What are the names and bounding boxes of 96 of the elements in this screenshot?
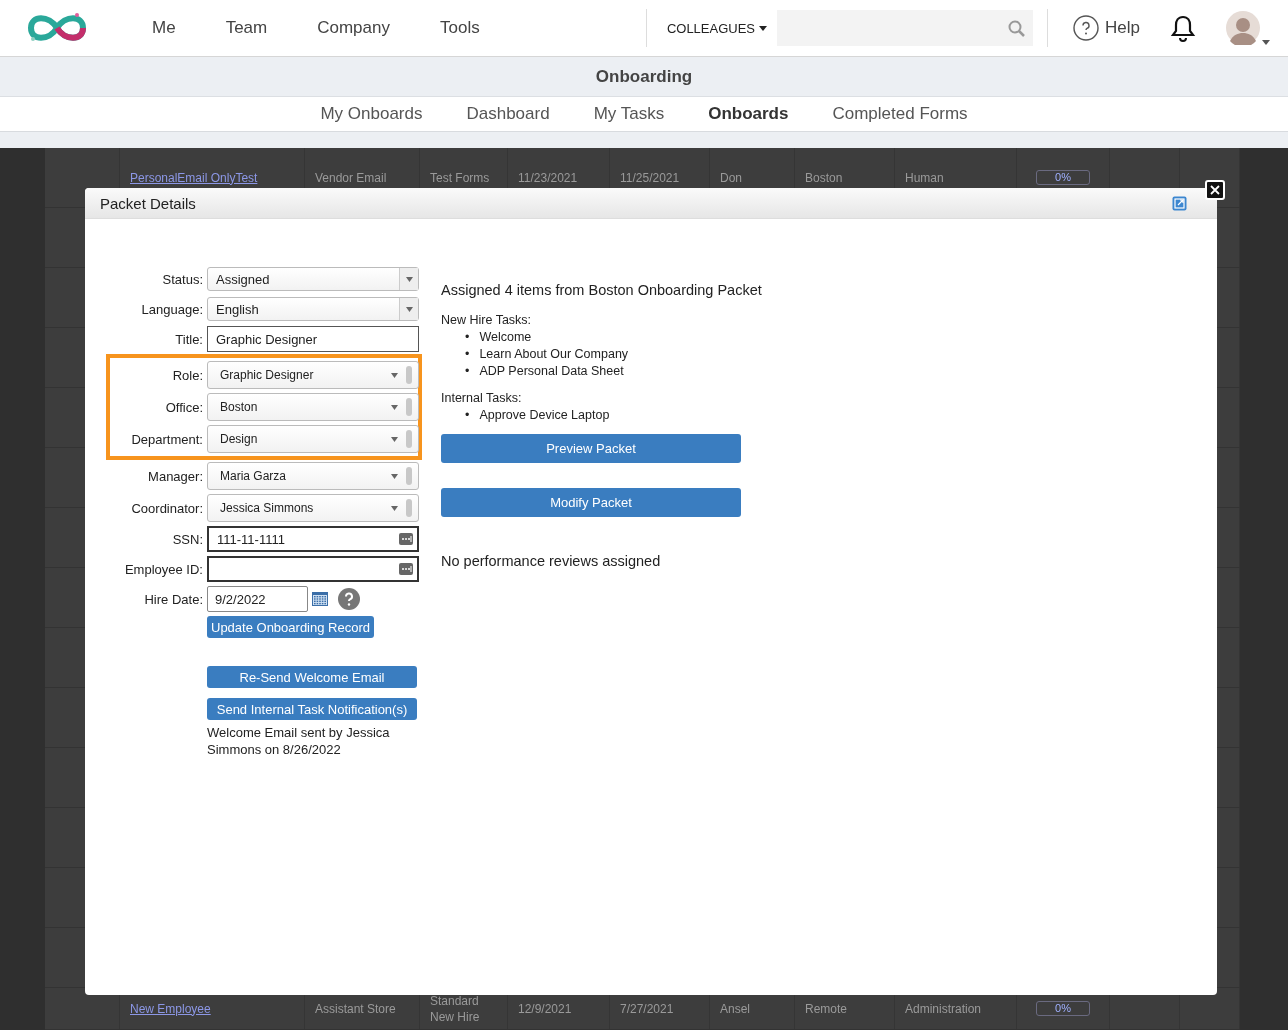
table-cell: Remote (805, 1000, 848, 1017)
combo-field[interactable]: Graphic Designer (207, 361, 419, 389)
task-item: Learn About Our Company (479, 346, 629, 363)
list-bullet: • (465, 329, 470, 346)
sub-tab[interactable]: Completed Forms (832, 104, 968, 124)
caret-icon[interactable] (1262, 40, 1270, 45)
combo-field[interactable]: Maria Garza (207, 462, 419, 490)
popout-icon[interactable] (1172, 195, 1187, 211)
sub-tab[interactable]: My Tasks (593, 104, 665, 124)
dropdown-arrow-icon[interactable] (405, 276, 413, 282)
scroll-thumb[interactable] (406, 499, 412, 517)
nav-link[interactable]: Team (200, 18, 293, 38)
scroll-thumb[interactable] (406, 366, 412, 384)
bell-icon[interactable] (1170, 14, 1196, 42)
calendar-icon[interactable] (312, 592, 328, 606)
close-icon[interactable] (1210, 185, 1220, 195)
modal-title: Packet Details (100, 194, 197, 212)
select-field[interactable]: Assigned (207, 267, 419, 291)
dropdown-arrow-icon[interactable] (391, 372, 398, 378)
table-cell: Boston (805, 169, 843, 186)
sub-tab[interactable]: Dashboard (466, 104, 550, 124)
update-button[interactable]: Update Onboarding Record (207, 616, 374, 638)
list-bullet: • (465, 346, 470, 363)
table-cell: Test Forms (430, 169, 490, 186)
table-cell: 11/23/2021 (518, 169, 578, 186)
select-field[interactable]: English (207, 297, 419, 321)
table-cell: Ansel (720, 1000, 751, 1017)
task-heading: New Hire Tasks: (441, 312, 533, 328)
key-icon[interactable] (399, 563, 413, 575)
table-cell: Vendor Email (315, 169, 387, 186)
summary-text: Assigned 4 items from Boston Onboarding Packet (441, 281, 762, 300)
combo-field[interactable]: Jessica Simmons (207, 494, 419, 522)
search-field[interactable] (777, 10, 1034, 46)
table-cell: Assistant Store (315, 1000, 396, 1017)
help-icon[interactable] (338, 588, 360, 610)
welcome-note: Welcome Email sent by Jessica Simmons on 8/26/2022 (207, 724, 391, 758)
scroll-thumb[interactable] (406, 467, 412, 485)
table-cell: Administration (905, 1000, 982, 1017)
nav-link[interactable]: Me (127, 18, 201, 38)
table-cell: 7/27/2021 (620, 1000, 674, 1017)
table-cell: Human (905, 169, 944, 186)
task-item: Welcome (479, 329, 532, 346)
caret-icon (759, 25, 768, 31)
section-title: Onboarding (0, 57, 1288, 97)
resend-button[interactable]: Re-Send Welcome Email (207, 666, 417, 688)
list-bullet: • (465, 407, 470, 424)
dropdown-arrow-icon[interactable] (391, 505, 398, 511)
field-label: Role: (171, 367, 203, 383)
field-label: Department: (130, 431, 203, 447)
table-cell: Don (720, 169, 742, 186)
task-item: Approve Device Laptop (479, 407, 610, 424)
close-button[interactable] (1205, 180, 1225, 200)
table-link[interactable]: New Employee (130, 1000, 211, 1017)
scroll-thumb[interactable] (406, 398, 412, 416)
progress-badge: 0% (1036, 170, 1090, 185)
dropdown-arrow-icon[interactable] (391, 404, 398, 410)
scope-dropdown[interactable]: COLLEAGUES (666, 20, 768, 36)
task-heading: Internal Tasks: (441, 390, 523, 406)
field-label: Manager: (147, 468, 203, 484)
task-item: ADP Personal Data Sheet (479, 363, 624, 380)
combo-field[interactable]: Boston (207, 393, 419, 421)
field-label: Title: (174, 331, 203, 347)
field-label: Employee ID: (123, 561, 203, 577)
date-field[interactable]: 9/2/2022 (207, 586, 308, 612)
nav-link[interactable]: Company (292, 18, 415, 38)
field-label: Office: (164, 399, 203, 415)
table-link[interactable]: PersonalEmail OnlyTest (130, 169, 258, 186)
help-link[interactable]: Help (1105, 18, 1140, 38)
search-icon[interactable] (1008, 19, 1026, 37)
dropdown-arrow-icon[interactable] (391, 473, 398, 479)
field-label: Status: (161, 271, 203, 287)
reviews-note: No performance reviews assigned (441, 553, 662, 569)
field-label: SSN: (171, 531, 203, 547)
sub-tab[interactable]: Onboards (708, 104, 789, 124)
combo-field[interactable]: Design (207, 425, 419, 453)
text-field[interactable]: Graphic Designer (207, 326, 419, 352)
table-cell-text: Standard New Hire (430, 992, 481, 1025)
dropdown-arrow-icon[interactable] (391, 436, 398, 442)
sub-tab[interactable]: My Onboards (320, 104, 423, 124)
preview-button[interactable]: Preview Packet (441, 434, 741, 463)
help-icon[interactable] (1073, 15, 1100, 41)
scroll-thumb[interactable] (406, 430, 412, 448)
modify-button[interactable]: Modify Packet (441, 488, 741, 517)
key-icon[interactable] (399, 533, 413, 545)
field-label: Coordinator: (130, 500, 203, 516)
list-bullet: • (465, 363, 470, 380)
nav-link[interactable]: Tools (414, 18, 505, 38)
masked-field[interactable] (207, 556, 419, 582)
dropdown-arrow-icon[interactable] (405, 306, 413, 312)
notify-button[interactable]: Send Internal Task Notification(s) (207, 698, 417, 720)
table-cell: 11/25/2021 (620, 169, 680, 186)
table-cell: 12/9/2021 (518, 1000, 572, 1017)
progress-badge: 0% (1036, 1001, 1090, 1016)
masked-field[interactable]: 111-11-1111 (207, 526, 419, 552)
field-label: Hire Date: (143, 591, 203, 607)
field-label: Language: (140, 301, 203, 317)
